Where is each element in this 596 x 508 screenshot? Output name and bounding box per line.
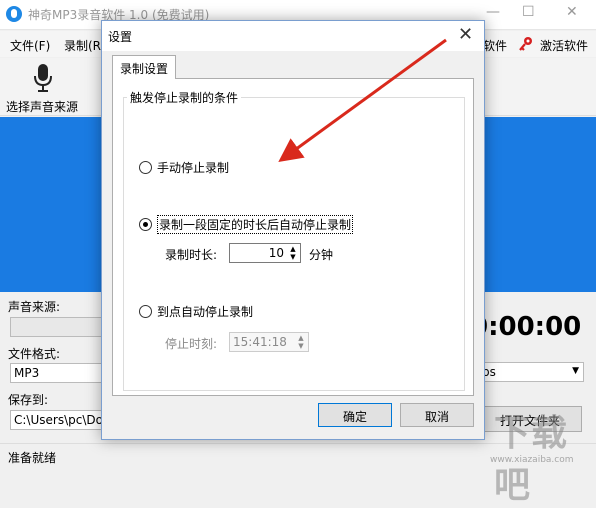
dialog-close-icon[interactable]: ✕ xyxy=(458,24,473,45)
save-to-label: 保存到: xyxy=(8,393,49,407)
duration-value: 10 xyxy=(268,246,284,260)
radio-manual-label: 手动停止录制 xyxy=(157,161,230,175)
sound-source-label: 声音来源: xyxy=(8,300,61,314)
radio-manual-stop[interactable]: 手动停止录制 xyxy=(139,159,229,176)
dialog-title-bar: 设置 ✕ xyxy=(102,21,484,51)
radio-at-time-label: 到点自动停止录制 xyxy=(157,305,254,319)
radio-button-checked[interactable] xyxy=(139,218,152,231)
minimize-button[interactable]: — xyxy=(486,4,500,20)
duration-stepper[interactable]: 10 ▲ ▼ xyxy=(229,243,301,263)
cancel-button[interactable]: 取消 xyxy=(400,403,474,427)
chevron-down-icon: ▼ xyxy=(572,366,579,376)
maximize-button[interactable]: ☐ xyxy=(522,4,535,20)
dialog-title: 设置 xyxy=(108,30,133,44)
record-settings-panel: 触发停止录制的条件 手动停止录制 录制一段固定的时长后自动停止录制 录制时长: … xyxy=(112,78,474,396)
stop-condition-title: 触发停止录制的条件 xyxy=(127,89,242,106)
status-text: 准备就绪 xyxy=(8,451,57,465)
save-path-field[interactable]: C:\Users\pc\Doc xyxy=(10,410,102,430)
file-format-select[interactable]: MP3 xyxy=(10,363,102,383)
file-format-label: 文件格式: xyxy=(8,347,61,361)
radio-at-time-stop[interactable]: 到点自动停止录制 xyxy=(139,303,253,320)
duration-label: 录制时长: xyxy=(165,248,218,262)
bitrate-select[interactable]: ps ▼ xyxy=(478,362,584,382)
spin-arrows-icon[interactable]: ▲ ▼ xyxy=(287,245,299,261)
radio-button[interactable] xyxy=(139,161,152,174)
record-timer: 0:00:00 xyxy=(470,312,582,342)
menu-software[interactable]: 软件 xyxy=(483,37,507,54)
close-button[interactable]: ✕ xyxy=(566,4,578,20)
key-icon xyxy=(518,36,534,55)
app-logo-icon xyxy=(6,6,22,22)
menu-file[interactable]: 文件(F) xyxy=(10,37,50,54)
ok-button[interactable]: 确定 xyxy=(318,403,392,427)
watermark-url: www.xiazaiba.com xyxy=(490,455,574,465)
stop-time-value: 15:41:18 xyxy=(233,335,287,349)
radio-duration-label: 录制一段固定的时长后自动停止录制 xyxy=(157,215,354,234)
radio-duration-stop[interactable]: 录制一段固定的时长后自动停止录制 xyxy=(139,215,354,234)
menu-record[interactable]: 录制(R xyxy=(64,37,101,54)
menu-activate[interactable]: 激活软件 xyxy=(540,37,588,54)
tab-record-settings[interactable]: 录制设置 xyxy=(112,55,176,79)
select-source-button[interactable]: 选择声音来源 xyxy=(0,58,90,116)
stop-time-picker[interactable]: 15:41:18 ▲ ▼ xyxy=(229,332,309,352)
settings-dialog: 设置 ✕ 录制设置 触发停止录制的条件 手动停止录制 录制一段固定的时长后自动停… xyxy=(101,20,485,440)
sound-source-field[interactable] xyxy=(10,317,102,337)
select-source-label: 选择声音来源 xyxy=(6,100,79,114)
microphone-icon xyxy=(34,64,52,92)
duration-unit: 分钟 xyxy=(309,248,334,262)
spin-arrows-icon[interactable]: ▲ ▼ xyxy=(295,334,307,350)
radio-button[interactable] xyxy=(139,305,152,318)
stop-time-label: 停止时刻: xyxy=(165,337,218,351)
